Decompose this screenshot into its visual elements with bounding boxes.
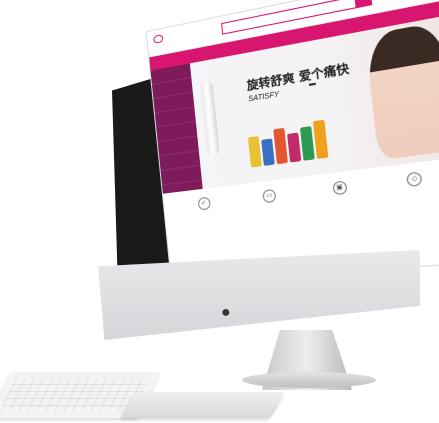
feature-item: ▣ bbox=[331, 180, 351, 196]
product-image bbox=[247, 135, 262, 168]
logo-text bbox=[165, 38, 166, 44]
product-image bbox=[312, 119, 329, 160]
truck-icon: ▭ bbox=[262, 188, 277, 204]
product-image bbox=[287, 132, 302, 163]
banner-tag bbox=[308, 82, 316, 86]
trackpad bbox=[120, 392, 286, 418]
logo-mark-icon bbox=[152, 33, 164, 45]
product-image bbox=[299, 126, 315, 161]
product-image bbox=[261, 138, 275, 166]
monitor-stand-foot bbox=[242, 372, 376, 388]
product-image bbox=[273, 127, 288, 165]
search-button[interactable] bbox=[354, 0, 373, 9]
banner-headline: 旋转舒爽 爱个痛快 bbox=[246, 61, 350, 93]
shield-icon: ✓ bbox=[197, 196, 211, 211]
apple-logo-icon: ● bbox=[221, 304, 231, 321]
feature-item: ✓ bbox=[197, 196, 214, 211]
feature-item: ▭ bbox=[262, 188, 280, 204]
model-photo bbox=[364, 20, 439, 161]
lock-icon: ▣ bbox=[331, 180, 348, 196]
scene: 旋转舒爽 爱个痛快 SATISFY ✓ ▭ ▣ ◇ ● bbox=[0, 0, 439, 423]
site-logo[interactable] bbox=[152, 33, 166, 47]
webpage: 旋转舒爽 爱个痛快 SATISFY ✓ ▭ ▣ ◇ bbox=[145, 0, 439, 287]
gift-icon: ◇ bbox=[406, 171, 423, 188]
feature-item: ◇ bbox=[406, 171, 426, 188]
product-device-image bbox=[200, 80, 220, 157]
